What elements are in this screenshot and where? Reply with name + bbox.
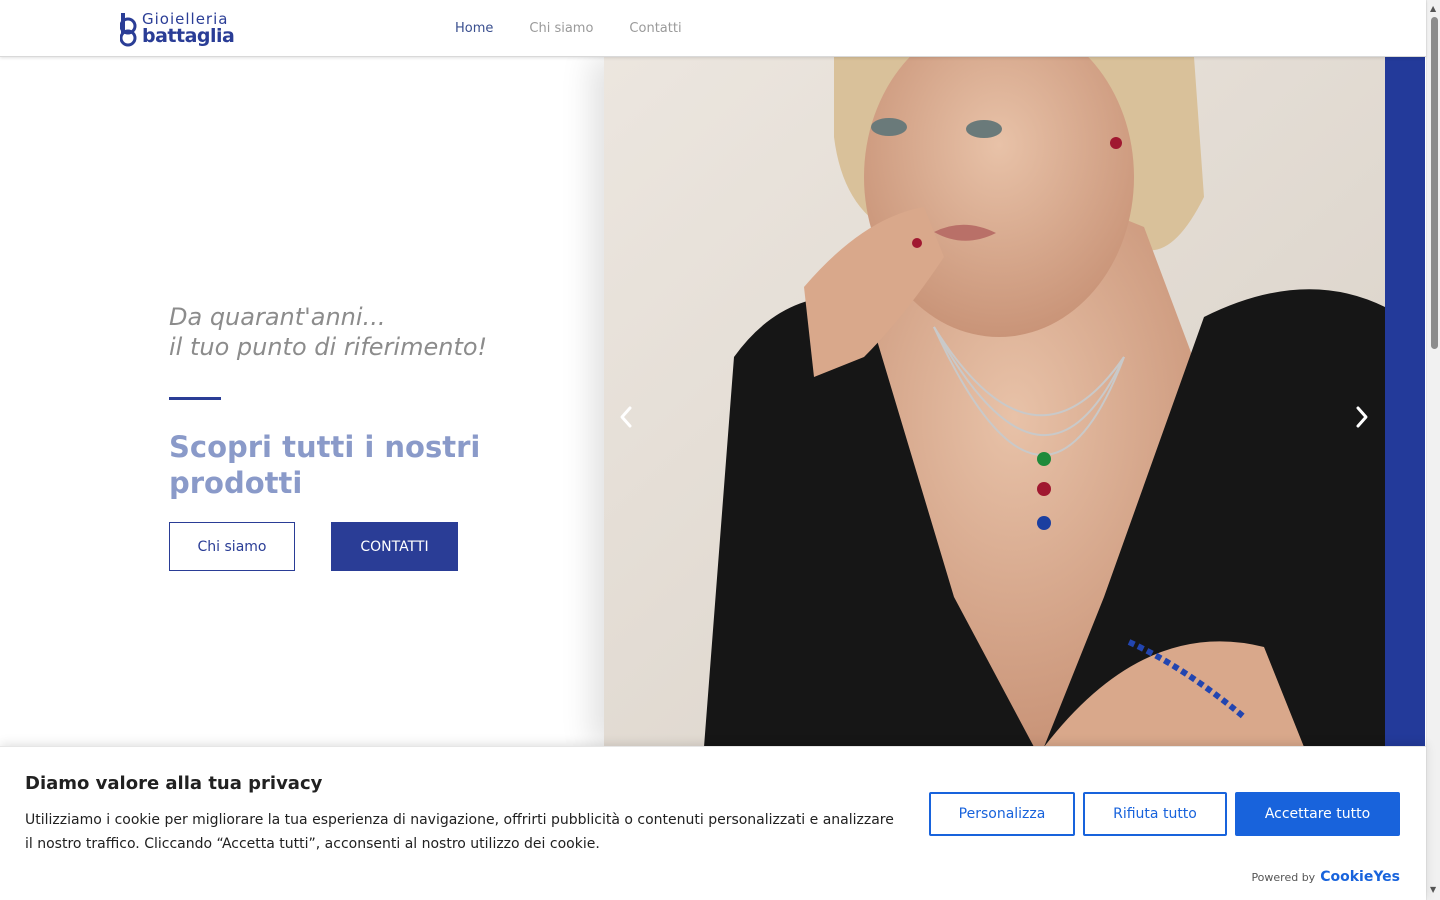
- cookie-reject-button[interactable]: Rifiuta tutto: [1083, 792, 1227, 836]
- cookieyes-logo[interactable]: CookieYes: [1320, 869, 1400, 885]
- hero-divider: [169, 397, 221, 400]
- hero-tagline-line1: Da quarant'anni...: [169, 303, 386, 331]
- page-scrollbar[interactable]: ▲ ▼: [1426, 0, 1440, 900]
- hero-accent-strip: [1385, 57, 1425, 747]
- cookie-accept-button[interactable]: Accettare tutto: [1235, 792, 1400, 836]
- nav-home[interactable]: Home: [455, 21, 493, 36]
- hero-tagline-line2: il tuo punto di riferimento!: [169, 333, 488, 361]
- scroll-up-icon[interactable]: ▲: [1430, 4, 1436, 13]
- contatti-button[interactable]: CONTATTI: [331, 522, 458, 571]
- powered-by-label: Powered by: [1251, 871, 1316, 884]
- nav-contatti[interactable]: Contatti: [629, 21, 681, 36]
- cookie-title: Diamo valore alla tua privacy: [25, 773, 323, 794]
- chevron-right-icon[interactable]: [1348, 402, 1376, 432]
- main-nav: Home Chi siamo Contatti: [455, 21, 682, 36]
- logo-text-bottom: battaglia: [142, 25, 235, 47]
- cookie-description: Utilizziamo i cookie per migliorare la t…: [25, 812, 894, 852]
- jewelry-model-photo-icon: [604, 57, 1385, 747]
- powered-by[interactable]: Powered by CookieYes: [1251, 869, 1400, 885]
- scroll-down-icon[interactable]: ▼: [1430, 885, 1436, 894]
- logo-mark-icon: [120, 13, 137, 47]
- hero-text-panel: [0, 57, 604, 747]
- hero-carousel-image: [604, 57, 1385, 747]
- cookie-customize-button[interactable]: Personalizza: [929, 792, 1075, 836]
- chi-siamo-button[interactable]: Chi siamo: [169, 522, 295, 571]
- site-logo[interactable]: Gioielleria battaglia: [120, 10, 250, 52]
- site-header: Gioielleria battaglia Home Chi siamo Con…: [0, 0, 1426, 57]
- nav-chi-siamo[interactable]: Chi siamo: [529, 21, 593, 36]
- hero-subtitle: Scopri tutti i nostri prodotti: [169, 430, 481, 500]
- hero-tagline: Da quarant'anni... il tuo punto di rifer…: [169, 302, 487, 362]
- cookie-banner: Diamo valore alla tua privacy Utilizziam…: [0, 746, 1426, 900]
- chevron-left-icon[interactable]: [612, 402, 640, 432]
- scroll-thumb[interactable]: [1431, 17, 1438, 349]
